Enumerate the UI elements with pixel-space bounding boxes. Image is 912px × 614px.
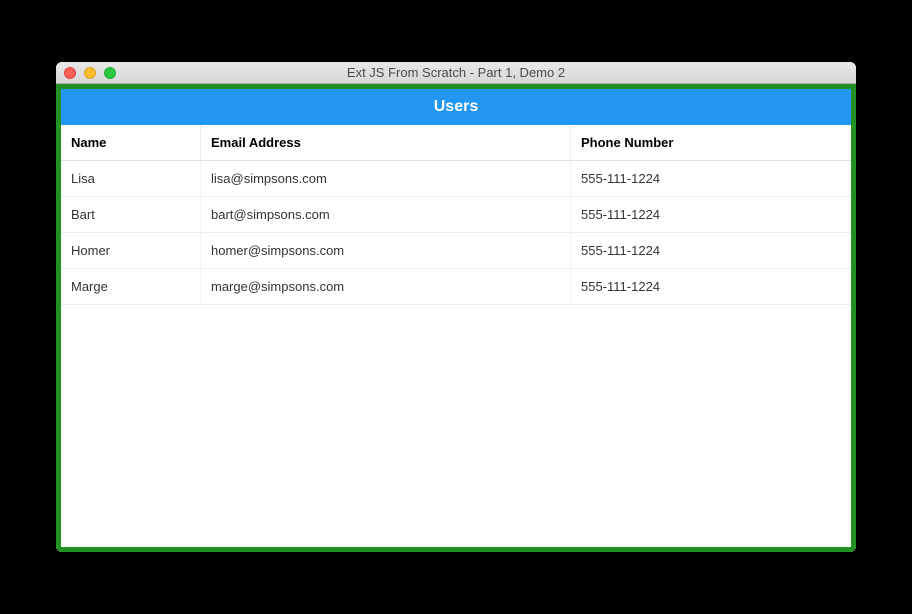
cell-phone: 555-111-1224 <box>571 161 851 196</box>
column-header-email[interactable]: Email Address <box>201 125 571 160</box>
cell-email: homer@simpsons.com <box>201 233 571 268</box>
table-row[interactable]: Homer homer@simpsons.com 555-111-1224 <box>61 233 851 269</box>
grid-body: Lisa lisa@simpsons.com 555-111-1224 Bart… <box>61 161 851 547</box>
cell-phone: 555-111-1224 <box>571 233 851 268</box>
window-title: Ext JS From Scratch - Part 1, Demo 2 <box>56 65 856 80</box>
cell-email: bart@simpsons.com <box>201 197 571 232</box>
zoom-icon[interactable] <box>104 67 116 79</box>
panel-title: Users <box>61 89 851 125</box>
cell-email: lisa@simpsons.com <box>201 161 571 196</box>
column-header-phone[interactable]: Phone Number <box>571 125 851 160</box>
cell-name: Marge <box>61 269 201 304</box>
cell-phone: 555-111-1224 <box>571 197 851 232</box>
grid-header-row: Name Email Address Phone Number <box>61 125 851 161</box>
viewport: Users Name Email Address Phone Number Li… <box>56 84 856 552</box>
table-row[interactable]: Lisa lisa@simpsons.com 555-111-1224 <box>61 161 851 197</box>
minimize-icon[interactable] <box>84 67 96 79</box>
app-window: Ext JS From Scratch - Part 1, Demo 2 Use… <box>56 62 856 552</box>
cell-name: Bart <box>61 197 201 232</box>
column-header-name[interactable]: Name <box>61 125 201 160</box>
cell-name: Homer <box>61 233 201 268</box>
table-row[interactable]: Bart bart@simpsons.com 555-111-1224 <box>61 197 851 233</box>
titlebar[interactable]: Ext JS From Scratch - Part 1, Demo 2 <box>56 62 856 84</box>
cell-email: marge@simpsons.com <box>201 269 571 304</box>
close-icon[interactable] <box>64 67 76 79</box>
users-grid: Name Email Address Phone Number Lisa lis… <box>61 125 851 547</box>
cell-phone: 555-111-1224 <box>571 269 851 304</box>
cell-name: Lisa <box>61 161 201 196</box>
traffic-lights <box>56 67 116 79</box>
table-row[interactable]: Marge marge@simpsons.com 555-111-1224 <box>61 269 851 305</box>
